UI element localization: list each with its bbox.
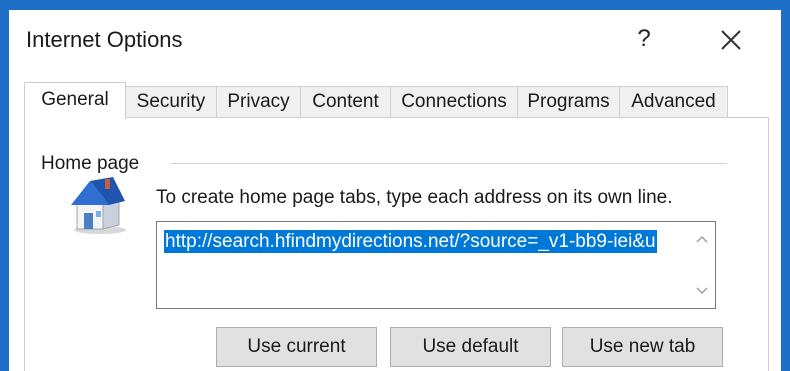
- internet-options-dialog: Internet Options ? General Security Priv…: [9, 10, 781, 371]
- title-bar[interactable]: Internet Options ?: [9, 10, 781, 72]
- scroll-up-icon[interactable]: [695, 232, 709, 246]
- help-button[interactable]: ?: [629, 24, 659, 54]
- use-new-tab-button[interactable]: Use new tab: [562, 327, 723, 367]
- tab-privacy[interactable]: Privacy: [216, 86, 301, 118]
- tab-security[interactable]: Security: [125, 86, 217, 118]
- close-icon: [721, 30, 741, 50]
- home-page-group-label: Home page: [39, 153, 142, 175]
- close-button[interactable]: [713, 24, 749, 56]
- tab-advanced[interactable]: Advanced: [619, 86, 728, 118]
- tab-content[interactable]: Content: [300, 86, 391, 118]
- use-current-button[interactable]: Use current: [216, 327, 377, 367]
- home-page-url-textarea[interactable]: http://search.hfindmydirections.net/?sou…: [156, 221, 716, 309]
- house-icon: [67, 175, 129, 235]
- use-default-button[interactable]: Use default: [390, 327, 551, 367]
- home-page-url-value[interactable]: http://search.hfindmydirections.net/?sou…: [164, 230, 657, 253]
- scroll-down-icon[interactable]: [695, 284, 709, 298]
- home-page-instruction: To create home page tabs, type each addr…: [156, 187, 673, 208]
- tab-programs[interactable]: Programs: [517, 86, 620, 118]
- tab-general[interactable]: General: [24, 82, 126, 119]
- tab-connections[interactable]: Connections: [390, 86, 518, 118]
- tab-strip: General Security Privacy Content Connect…: [24, 82, 769, 119]
- group-divider: [171, 163, 727, 164]
- window-title: Internet Options: [26, 27, 183, 52]
- url-scrollbar[interactable]: [689, 222, 715, 308]
